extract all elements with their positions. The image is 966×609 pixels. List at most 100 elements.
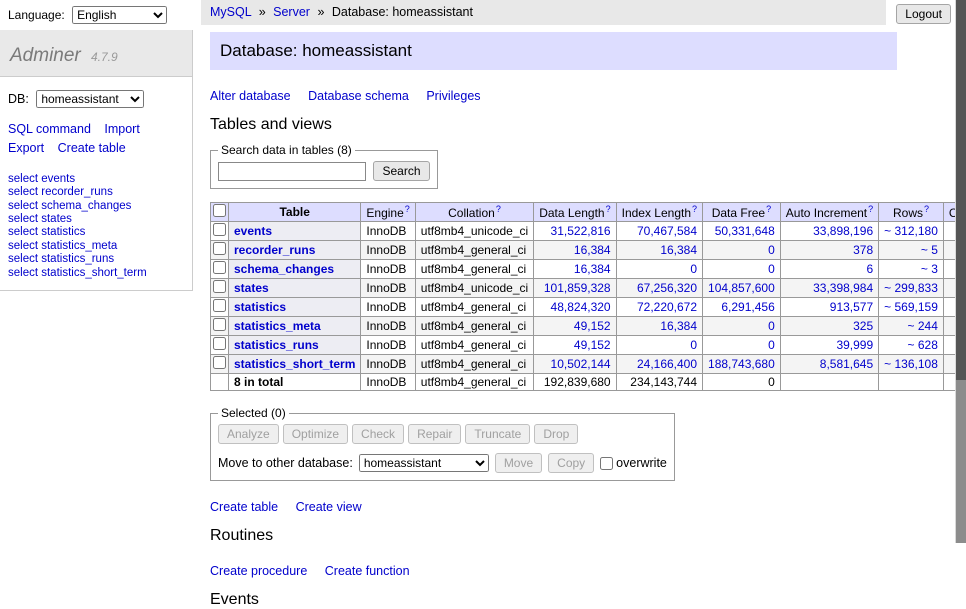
search-input[interactable] (218, 162, 366, 181)
sidebar-table-link[interactable]: select statistics_meta (8, 240, 117, 252)
row-checkbox[interactable] (213, 356, 226, 369)
column-help-link[interactable]: ? (606, 204, 611, 214)
index-length-link[interactable]: 0 (690, 262, 697, 276)
app-version-link[interactable]: 4.7.9 (91, 50, 118, 64)
column-help-link[interactable]: ? (766, 204, 771, 214)
overwrite-checkbox[interactable] (600, 457, 613, 470)
data-length-link[interactable]: 101,859,328 (544, 281, 611, 295)
data-length-link[interactable]: 48,824,320 (551, 300, 611, 314)
auto-increment-link[interactable]: 325 (853, 319, 873, 333)
drop-button[interactable]: Drop (534, 424, 578, 444)
data-free-link[interactable]: 188,743,680 (708, 357, 775, 371)
table-link[interactable]: schema_changes (234, 262, 334, 276)
column-help-link[interactable]: ? (692, 204, 697, 214)
table-link[interactable]: statistics (234, 300, 286, 314)
rows-link[interactable]: ~ 3 (921, 262, 938, 276)
auto-increment-link[interactable]: 378 (853, 243, 873, 257)
truncate-button[interactable]: Truncate (465, 424, 530, 444)
import-link[interactable]: Import (104, 122, 139, 136)
index-length-link[interactable]: 67,256,320 (637, 281, 697, 295)
create-procedure-link[interactable]: Create procedure (210, 564, 307, 578)
index-length-link[interactable]: 24,166,400 (637, 357, 697, 371)
column-help-link[interactable]: ? (868, 204, 873, 214)
index-length-link[interactable]: 16,384 (660, 243, 697, 257)
sidebar-table-link[interactable]: select events (8, 173, 75, 185)
data-free-link[interactable]: 6,291,456 (721, 300, 774, 314)
data-length-link[interactable]: 16,384 (574, 243, 611, 257)
row-checkbox[interactable] (213, 242, 226, 255)
data-free-link[interactable]: 50,331,648 (715, 224, 775, 238)
auto-increment-link[interactable]: 913,577 (830, 300, 873, 314)
data-length-link[interactable]: 16,384 (574, 262, 611, 276)
data-free-link[interactable]: 0 (768, 243, 775, 257)
table-link[interactable]: events (234, 224, 272, 238)
create-table-link-main[interactable]: Create table (210, 500, 278, 514)
rows-link[interactable]: ~ 5 (921, 243, 938, 257)
sql-command-link[interactable]: SQL command (8, 122, 91, 136)
breadcrumb-mysql-link[interactable]: MySQL (210, 5, 251, 19)
data-free-link[interactable]: 0 (768, 319, 775, 333)
column-help-link[interactable]: ? (405, 204, 410, 214)
move-db-select[interactable]: homeassistant (359, 454, 489, 472)
scrollbar[interactable] (955, 0, 966, 543)
alter-database-link[interactable]: Alter database (210, 89, 291, 103)
logout-button[interactable]: Logout (896, 4, 951, 24)
sidebar-table-link[interactable]: select recorder_runs (8, 186, 113, 198)
row-checkbox[interactable] (213, 318, 226, 331)
select-all-checkbox[interactable] (213, 204, 226, 217)
auto-increment-link[interactable]: 6 (866, 262, 873, 276)
rows-link[interactable]: ~ 136,108 (884, 357, 938, 371)
rows-link[interactable]: ~ 244 (908, 319, 938, 333)
index-length-link[interactable]: 0 (690, 338, 697, 352)
scrollbar-thumb[interactable] (956, 0, 966, 380)
row-checkbox[interactable] (213, 261, 226, 274)
create-view-link[interactable]: Create view (296, 500, 362, 514)
column-help-link[interactable]: ? (496, 204, 501, 214)
column-help-link[interactable]: ? (924, 204, 929, 214)
sidebar-table-link[interactable]: select statistics (8, 226, 85, 238)
auto-increment-link[interactable]: 33,398,984 (813, 281, 873, 295)
table-link[interactable]: recorder_runs (234, 243, 315, 257)
privileges-link[interactable]: Privileges (426, 89, 480, 103)
database-schema-link[interactable]: Database schema (308, 89, 409, 103)
export-link[interactable]: Export (8, 141, 44, 155)
optimize-button[interactable]: Optimize (283, 424, 348, 444)
index-length-link[interactable]: 72,220,672 (637, 300, 697, 314)
repair-button[interactable]: Repair (408, 424, 461, 444)
auto-increment-link[interactable]: 33,898,196 (813, 224, 873, 238)
analyze-button[interactable]: Analyze (218, 424, 279, 444)
table-link[interactable]: statistics_short_term (234, 357, 355, 371)
row-checkbox[interactable] (213, 280, 226, 293)
data-free-link[interactable]: 0 (768, 262, 775, 276)
auto-increment-link[interactable]: 8,581,645 (820, 357, 873, 371)
move-button[interactable]: Move (495, 453, 542, 473)
create-function-link[interactable]: Create function (325, 564, 410, 578)
rows-link[interactable]: ~ 312,180 (884, 224, 938, 238)
data-free-link[interactable]: 0 (768, 338, 775, 352)
rows-link[interactable]: ~ 628 (908, 338, 938, 352)
row-checkbox[interactable] (213, 223, 226, 236)
db-select[interactable]: homeassistant (36, 90, 144, 108)
table-link[interactable]: states (234, 281, 269, 295)
create-table-link[interactable]: Create table (58, 141, 126, 155)
rows-link[interactable]: ~ 569,159 (884, 300, 938, 314)
sidebar-table-link[interactable]: select statistics_runs (8, 253, 114, 265)
search-button[interactable]: Search (373, 161, 429, 181)
data-free-link[interactable]: 104,857,600 (708, 281, 775, 295)
data-length-link[interactable]: 49,152 (574, 319, 611, 333)
language-select[interactable]: English (72, 6, 167, 24)
rows-link[interactable]: ~ 299,833 (884, 281, 938, 295)
row-checkbox[interactable] (213, 299, 226, 312)
sidebar-table-link[interactable]: select states (8, 213, 72, 225)
index-length-link[interactable]: 70,467,584 (637, 224, 697, 238)
breadcrumb-server-link[interactable]: Server (273, 5, 310, 19)
check-button[interactable]: Check (352, 424, 404, 444)
sidebar-table-link[interactable]: select schema_changes (8, 200, 131, 212)
table-link[interactable]: statistics_meta (234, 319, 321, 333)
index-length-link[interactable]: 16,384 (660, 319, 697, 333)
data-length-link[interactable]: 10,502,144 (551, 357, 611, 371)
data-length-link[interactable]: 49,152 (574, 338, 611, 352)
auto-increment-link[interactable]: 39,999 (836, 338, 873, 352)
copy-button[interactable]: Copy (548, 453, 594, 473)
data-length-link[interactable]: 31,522,816 (551, 224, 611, 238)
